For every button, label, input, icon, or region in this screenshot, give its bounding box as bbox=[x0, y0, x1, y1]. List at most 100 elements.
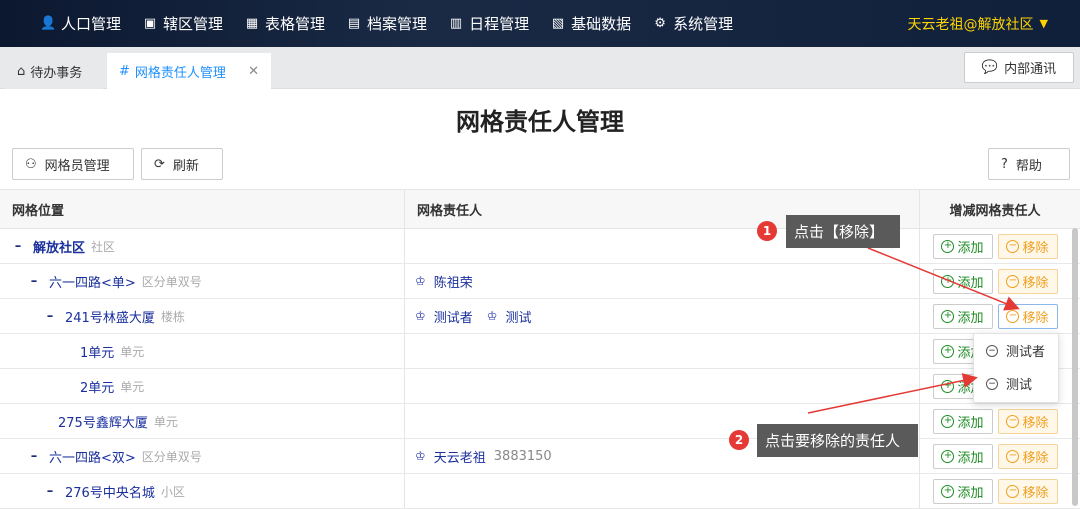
crown-icon: ♔ bbox=[415, 449, 426, 463]
remove-button[interactable]: −移除 bbox=[997, 478, 1058, 504]
collapse-icon[interactable]: – bbox=[28, 449, 40, 464]
minus-circle-icon: − bbox=[1006, 239, 1020, 253]
header-actions: 增减网格责任人 bbox=[949, 203, 1041, 219]
intercom-button[interactable]: 💬 内部通讯 bbox=[964, 52, 1074, 83]
menu-item-population[interactable]: 👤 人口管理 bbox=[40, 0, 121, 47]
plus-circle-icon: + bbox=[941, 239, 955, 253]
add-button[interactable]: + 添加 bbox=[932, 408, 993, 434]
add-label: 添加 bbox=[957, 415, 984, 431]
location-type: 小区 bbox=[160, 484, 185, 499]
minus-circle-icon: − bbox=[986, 377, 998, 390]
cell-persons bbox=[405, 474, 920, 508]
page-title: 网格责任人管理 bbox=[456, 108, 624, 136]
remove-button[interactable]: −移除 bbox=[997, 443, 1058, 469]
menu-item-basedata[interactable]: ▧ 基础数据 bbox=[550, 0, 631, 47]
cell-persons: ♔ 陈祖荣 bbox=[405, 264, 920, 298]
calendar-icon: ▥ bbox=[449, 16, 463, 31]
plus-circle-icon: + bbox=[941, 449, 955, 463]
menu-item-archive[interactable]: ▤ 档案管理 bbox=[346, 0, 427, 47]
remove-button[interactable]: −移除 bbox=[997, 268, 1058, 294]
person-phone: 3883150 bbox=[493, 448, 552, 464]
gear-icon: ⚙ bbox=[654, 16, 666, 31]
refresh-icon: ⟳ bbox=[154, 156, 165, 172]
minus-circle-icon: − bbox=[986, 344, 998, 357]
cell-persons bbox=[405, 334, 920, 368]
grid-staff-button[interactable]: ⚇ 网格员管理 bbox=[12, 148, 134, 180]
cell-actions: +添加−移除 bbox=[920, 474, 1070, 508]
grid-staff-label: 网格员管理 bbox=[44, 158, 110, 174]
location-name: 275号鑫辉大厦 bbox=[58, 415, 148, 431]
add-button[interactable]: + 添加 bbox=[932, 478, 993, 504]
cell-location: –276号中央名城 小区 bbox=[0, 474, 405, 508]
help-icon: ? bbox=[1001, 156, 1008, 172]
table-row: – 六一四路<双> 区分单双号 ♔ 天云老祖 3883150 + 添加 − 移除 bbox=[0, 439, 1080, 474]
menu-item-label: 日程管理 bbox=[469, 15, 530, 33]
menu-item-district[interactable]: ▣ 辖区管理 bbox=[142, 0, 223, 47]
remove-button[interactable]: −移除 bbox=[997, 303, 1058, 329]
intercom-label: 内部通讯 bbox=[1004, 62, 1057, 77]
hash-icon: # bbox=[119, 63, 130, 79]
dropdown-item[interactable]: − 测试 bbox=[974, 367, 1058, 400]
close-icon[interactable]: ✕ bbox=[248, 64, 259, 79]
remove-button[interactable]: −移除 bbox=[997, 408, 1058, 434]
refresh-button[interactable]: ⟳ 刷新 bbox=[141, 148, 223, 180]
collapse-icon[interactable]: – bbox=[12, 239, 24, 254]
responsible-person: ♔ 测试者 bbox=[415, 307, 473, 326]
home-icon: ⌂ bbox=[17, 63, 26, 79]
cell-location: 2单元 单元 bbox=[0, 369, 405, 403]
annotation-callout-2: 点击要移除的责任人 bbox=[757, 424, 918, 457]
user-menu[interactable]: 天云老祖@解放社区 ▼ bbox=[908, 0, 1048, 47]
dropdown-item[interactable]: − 测试者 bbox=[974, 334, 1058, 367]
help-label: 帮助 bbox=[1015, 158, 1042, 174]
menu-item-system[interactable]: ⚙ 系统管理 bbox=[652, 0, 733, 47]
tab-grid-responsible[interactable]: # 网格责任人管理 ✕ bbox=[107, 53, 271, 89]
database-icon: ▧ bbox=[551, 16, 565, 31]
location-name: 241号林盛大厦 bbox=[65, 310, 155, 326]
collapse-icon[interactable]: – bbox=[44, 484, 56, 499]
location-type: 区分单双号 bbox=[141, 274, 202, 289]
table-row: –241号林盛大厦 楼栋 ♔ 测试者 ♔ 测试 + 添加 − 移除 bbox=[0, 299, 1080, 334]
collapse-icon[interactable]: – bbox=[44, 309, 56, 324]
cell-location: – 六一四路<单> 区分单双号 bbox=[0, 264, 405, 298]
annotation-callout-1: 点击【移除】 bbox=[786, 215, 900, 248]
crown-icon: ♔ bbox=[415, 274, 426, 288]
remove-button[interactable]: −移除 bbox=[997, 233, 1058, 259]
plus-circle-icon: + bbox=[941, 484, 955, 498]
menu-item-schedule[interactable]: ▥ 日程管理 bbox=[448, 0, 529, 47]
person-icon: 👤 bbox=[40, 16, 57, 31]
table-body: – 解放社区 社区 + 添加 − 移除 – 六一四路<单> 区分单双号 ♔ 陈祖荣 + 添加 − 移除 –241… bbox=[0, 229, 1080, 509]
refresh-label: 刷新 bbox=[172, 158, 199, 174]
remove-label: 移除 bbox=[1022, 485, 1049, 501]
tab-todo[interactable]: ⌂ 待办事务 bbox=[5, 53, 103, 89]
menu-item-label: 人口管理 bbox=[61, 15, 122, 33]
tab-label: 待办事务 bbox=[30, 65, 83, 81]
remove-label: 移除 bbox=[1022, 415, 1049, 431]
remove-label: 移除 bbox=[1022, 240, 1049, 256]
help-button[interactable]: ? 帮助 bbox=[988, 148, 1070, 180]
menu-item-table[interactable]: ▦ 表格管理 bbox=[244, 0, 325, 47]
cell-persons: ♔ 测试者 ♔ 测试 bbox=[405, 299, 920, 333]
menu-item-label: 表格管理 bbox=[265, 15, 326, 33]
table-header: 网格位置 网格责任人 增减网格责任人 bbox=[0, 189, 1080, 229]
person-name: 陈祖荣 bbox=[433, 275, 473, 291]
cell-location: – 六一四路<双> 区分单双号 bbox=[0, 439, 405, 473]
cell-location: 1单元 单元 bbox=[0, 334, 405, 368]
responsible-person: ♔ 陈祖荣 bbox=[415, 272, 473, 291]
add-button[interactable]: + 添加 bbox=[932, 303, 993, 329]
vertical-scrollbar[interactable] bbox=[1072, 228, 1078, 506]
tab-label: 网格责任人管理 bbox=[134, 65, 226, 81]
responsible-person: ♔ 测试 bbox=[487, 307, 532, 326]
minus-circle-icon: − bbox=[1006, 449, 1020, 463]
plus-circle-icon: + bbox=[941, 274, 955, 288]
collapse-icon[interactable]: – bbox=[28, 274, 40, 289]
add-button[interactable]: + 添加 bbox=[932, 268, 993, 294]
person-name: 测试 bbox=[505, 310, 532, 326]
add-button[interactable]: + 添加 bbox=[932, 443, 993, 469]
add-button[interactable]: + 添加 bbox=[932, 233, 993, 259]
dropdown-item-label: 测试者 bbox=[1006, 345, 1046, 360]
table-row: –276号中央名城 小区 + 添加 − 移除 bbox=[0, 474, 1080, 509]
location-type: 楼栋 bbox=[160, 309, 185, 324]
location-name: 276号中央名城 bbox=[65, 485, 155, 501]
annotation-badge-2: 2 bbox=[729, 430, 749, 450]
menu-item-label: 辖区管理 bbox=[163, 15, 224, 33]
